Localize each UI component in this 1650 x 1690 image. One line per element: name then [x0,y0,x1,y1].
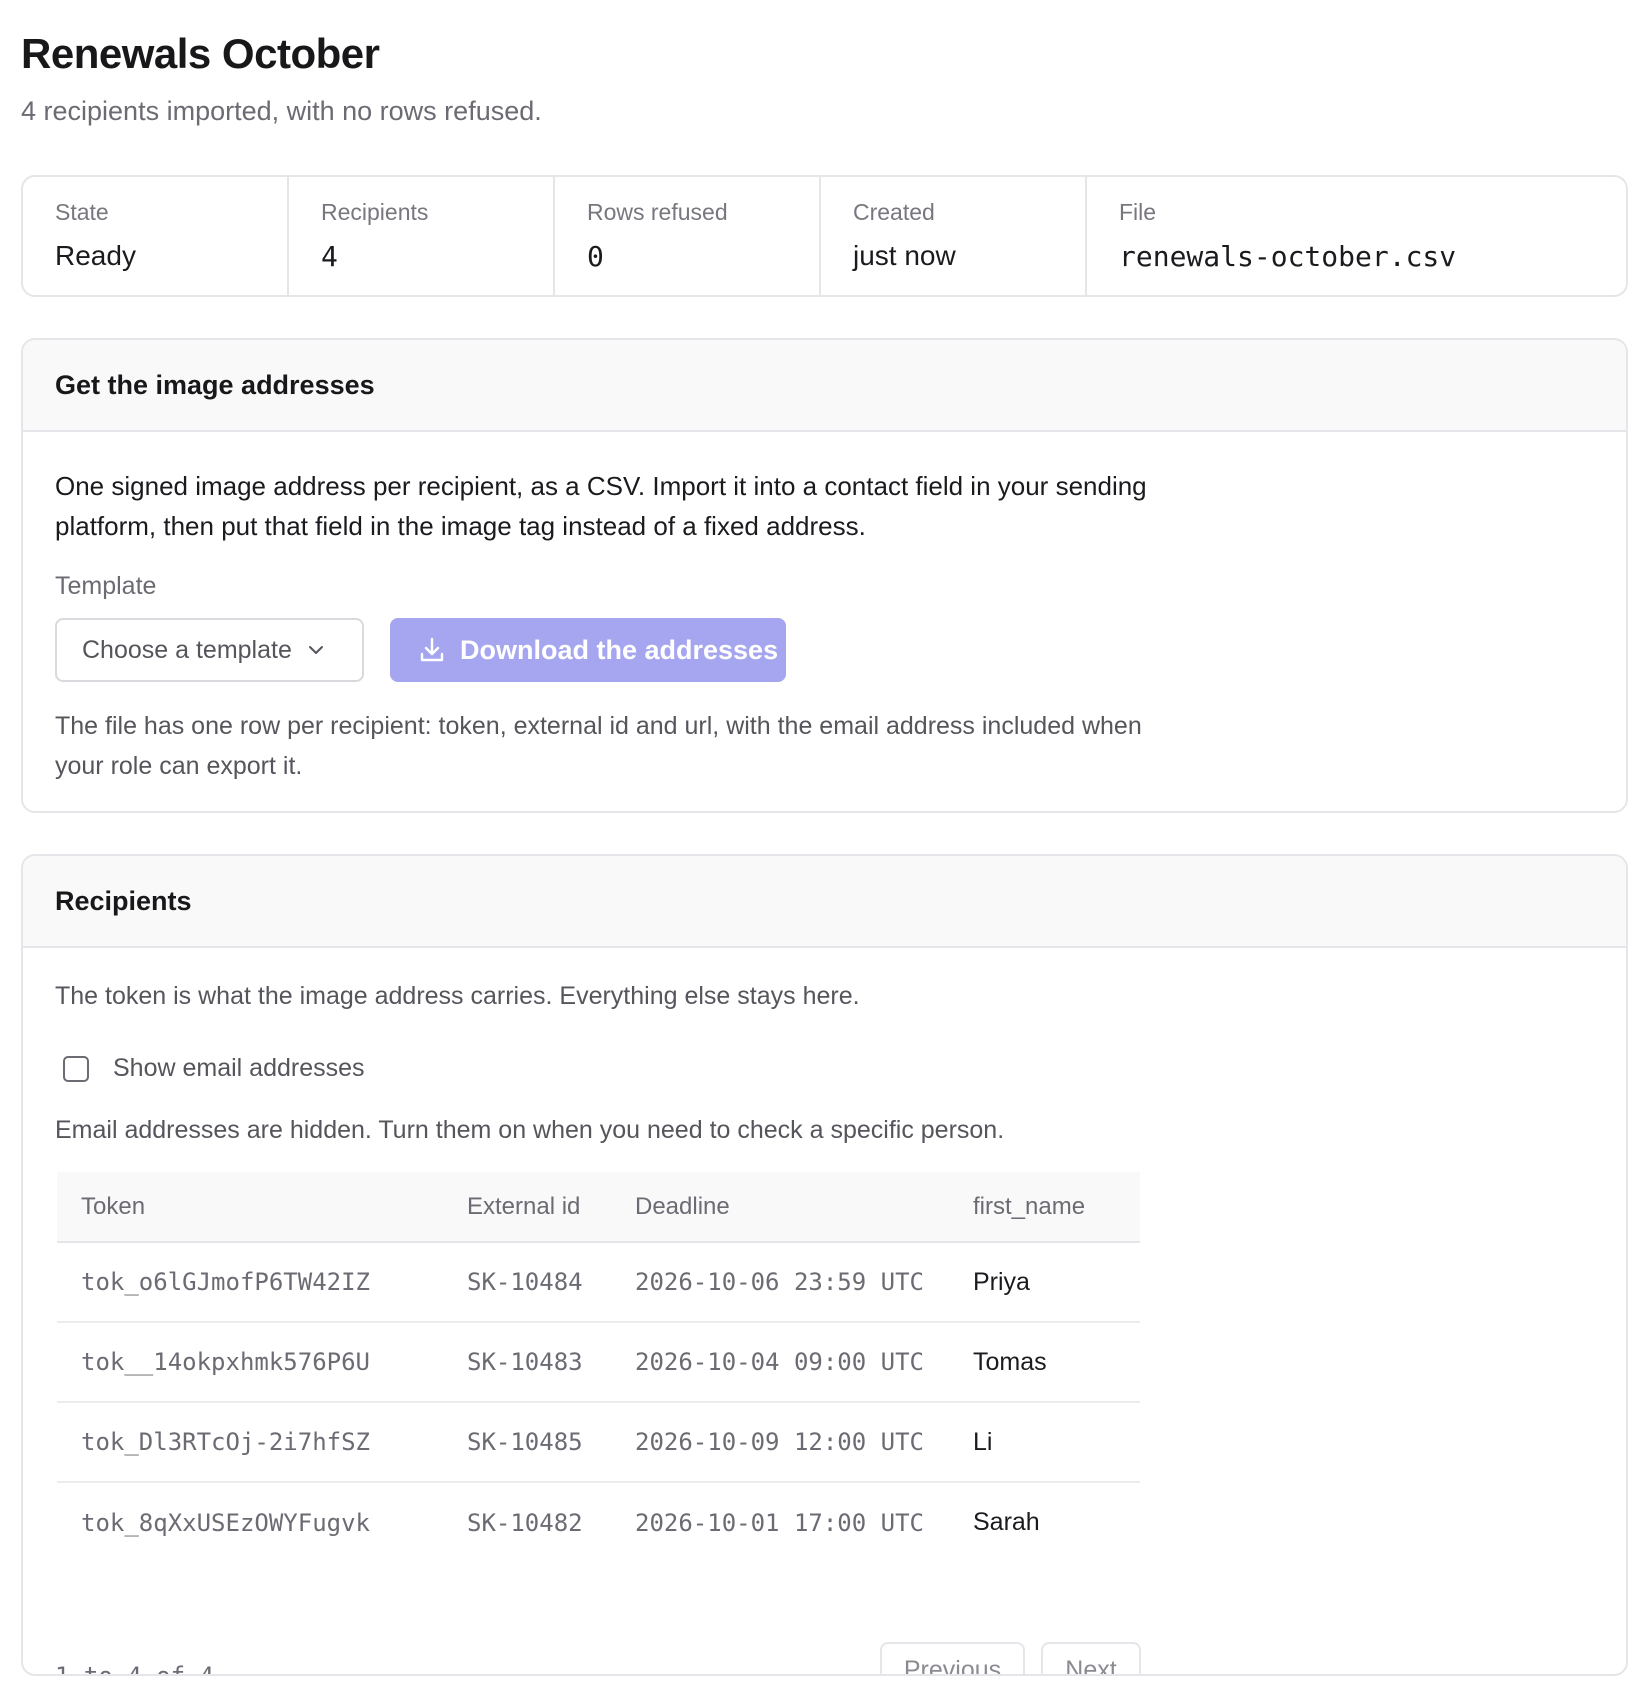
table-row: tok__14okpxhmk576P6U SK-10483 2026-10-04… [57,1322,1140,1403]
panel-description: One signed image address per recipient, … [55,471,1147,541]
table-row: tok_Dl3RTcOj-2i7hfSZ SK-10485 2026-10-09… [57,1402,1140,1483]
deadline-cell: 2026-10-01 17:00 UTC [635,1508,924,1537]
column-header-token: Token [57,1172,467,1243]
stat-label: Recipients [321,199,429,225]
column-header-first-name: first_name [973,1172,1140,1243]
first-name-cell: Sarah [973,1508,1040,1536]
emails-hidden-note: Email addresses are hidden. Turn them on… [55,1116,1005,1144]
file-format-note: The file has one row per recipient: toke… [55,712,1142,780]
chevron-down-icon [306,640,326,660]
stat-rows-refused: Rows refused 0 [555,177,821,295]
template-label: Template [55,572,157,600]
token-cell: tok_8qXxUSEzOWYFugvk [81,1508,370,1537]
table-row: tok_o6lGJmofP6TW42IZ SK-10484 2026-10-06… [57,1242,1140,1323]
stat-recipients: Recipients 4 [289,177,555,295]
token-cell: tok__14okpxhmk576P6U [57,1322,467,1403]
show-emails-toggle[interactable]: Show email addresses [63,1054,365,1083]
pagination-summary: 1 to 4 of 4 [55,1662,214,1676]
show-emails-label: Show email addresses [113,1054,365,1082]
previous-page-button[interactable]: Previous [880,1642,1025,1674]
stat-value: Ready [55,240,136,271]
template-select[interactable]: Choose a template [55,618,364,682]
stat-label: Created [853,199,935,225]
first-name-cell: Priya [973,1242,1140,1323]
deadline-cell: 2026-10-09 12:00 UTC [635,1402,973,1483]
table-header-row: Token External id Deadline first_name [57,1172,1140,1243]
image-addresses-panel: Get the image addresses One signed image… [21,338,1628,813]
stat-label: State [55,199,109,225]
table-row: tok_8qXxUSEzOWYFugvk SK-10482 2026-10-01… [57,1482,1140,1562]
download-addresses-button[interactable]: Download the addresses [390,618,786,682]
deadline-cell: 2026-10-06 23:59 UTC [635,1242,973,1323]
recipients-table: Token External id Deadline first_name to… [57,1172,1140,1562]
column-header-external-id: External id [467,1172,635,1243]
column-header-deadline: Deadline [635,1172,973,1243]
external-id-cell: SK-10484 [467,1242,635,1323]
panel-title: Recipients [23,856,1626,948]
download-icon [418,636,446,664]
external-id-cell: SK-10485 [467,1402,635,1483]
template-select-value: Choose a template [82,635,292,664]
stat-file: File renewals-october.csv [1087,177,1626,295]
first-name-cell: Tomas [973,1322,1140,1403]
show-emails-checkbox[interactable] [63,1055,89,1082]
stat-created: Created just now [821,177,1087,295]
stat-value: 0 [587,240,604,273]
token-cell: tok_o6lGJmofP6TW42IZ [57,1242,467,1323]
stats-card: State Ready Recipients 4 Rows refused 0 … [21,175,1628,297]
stat-label: Rows refused [587,199,728,225]
first-name-cell: Li [973,1402,1140,1483]
page-title: Renewals October [21,30,380,77]
stat-label: File [1119,199,1157,225]
recipients-description: The token is what the image address carr… [55,982,860,1010]
stat-state: State Ready [23,177,289,295]
stat-value: just now [853,240,956,271]
token-cell: tok_Dl3RTcOj-2i7hfSZ [57,1402,467,1483]
stat-value: renewals-october.csv [1119,240,1457,273]
download-button-label: Download the addresses [460,634,779,665]
external-id-cell: SK-10482 [467,1508,583,1537]
page-subtitle: 4 recipients imported, with no rows refu… [21,96,542,126]
stat-value: 4 [321,240,338,273]
recipients-panel: Recipients The token is what the image a… [21,854,1628,1676]
page: Renewals October 4 recipients imported, … [0,0,1650,1690]
panel-title: Get the image addresses [23,340,1626,432]
external-id-cell: SK-10483 [467,1322,635,1403]
next-page-button[interactable]: Next [1041,1642,1141,1674]
deadline-cell: 2026-10-04 09:00 UTC [635,1322,973,1403]
